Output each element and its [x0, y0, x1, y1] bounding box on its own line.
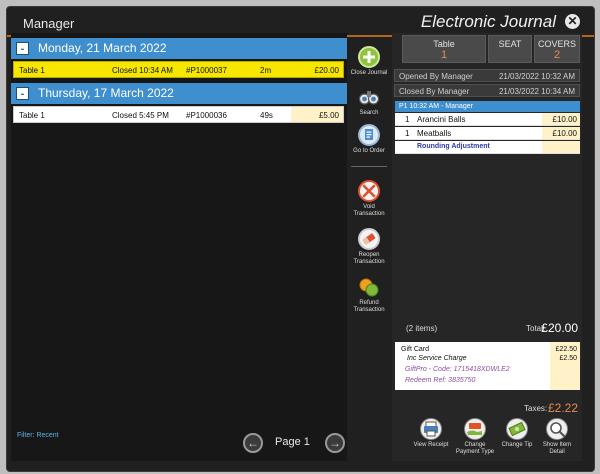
day-label: Thursday, 17 March 2022 [38, 86, 174, 100]
transaction-list-panel: - Monday, 21 March 2022 Table 1 Closed 1… [11, 33, 347, 461]
covers-cell: COVERS 2 [534, 35, 580, 63]
tender-method: Gift Card [401, 346, 430, 353]
service-charge-label: Inc Service Charge [407, 355, 467, 362]
txn-duration: 2m [260, 66, 272, 75]
transaction-row[interactable]: Table 1 Closed 5:45 PM #P1000036 49s £5.… [13, 106, 344, 123]
x-circle-icon [358, 180, 380, 202]
action-bar: View Receipt Change Payment Type Change … [392, 418, 582, 458]
txn-table: Table 1 [19, 66, 45, 75]
seat-cell: SEAT [488, 35, 532, 63]
view-receipt-button[interactable]: View Receipt [409, 418, 453, 449]
transaction-row[interactable]: Table 1 Closed 10:34 AM #P1000037 2m £20… [13, 61, 344, 78]
filter-label[interactable]: Filter: Recent [17, 432, 59, 439]
page-label: Page 1 [275, 436, 310, 448]
change-tip-button[interactable]: Change Tip [495, 418, 539, 449]
prev-page-icon[interactable]: ← [243, 433, 263, 453]
journal-toolbar: Close Journal Search Go to Order Void Tr… [349, 38, 389, 461]
list-item[interactable]: 1 Arancini Balls £10.00 [395, 113, 580, 126]
tender-box[interactable]: Gift Card £22.50 Inc Service Charge £2.5… [395, 342, 580, 390]
list-item[interactable]: 1 Meatballs £10.00 [395, 127, 580, 140]
txn-status: Closed 5:45 PM [112, 111, 169, 120]
txn-status: Closed 10:34 AM [112, 66, 173, 75]
rounding-adjustment-row[interactable]: Rounding Adjustment [395, 141, 580, 154]
day-header-thursday[interactable]: - Thursday, 17 March 2022 [11, 83, 347, 104]
total-value: £20.00 [541, 321, 578, 335]
user-title: Manager [23, 16, 75, 31]
magnifier-icon [546, 418, 568, 440]
redeem-ref-line: Redeem Ref: 3835750 [405, 377, 476, 384]
next-page-icon[interactable]: → [325, 433, 345, 453]
order-items: P1 10:32 AM - Manager 1 Arancini Balls £… [395, 101, 580, 321]
gift-code-line: GiftPro - Code: 1715418XDWLE2 [405, 366, 510, 373]
taxes-row: Taxes: £2.22 [394, 400, 580, 415]
printer-icon [420, 418, 442, 440]
window-title: Electronic Journal [420, 12, 556, 31]
change-payment-type-button[interactable]: Change Payment Type [453, 418, 497, 456]
service-charge-amount: £2.50 [559, 355, 577, 362]
reopen-transaction-button[interactable]: Reopen Transaction [349, 228, 389, 266]
transaction-detail-panel: Table 1 SEAT COVERS 2 Opened By Manager … [392, 33, 582, 461]
refund-transaction-button[interactable]: Refund Transaction [349, 276, 389, 314]
show-item-detail-button[interactable]: Show Item Detail [535, 418, 579, 456]
void-transaction-button[interactable]: Void Transaction [349, 180, 389, 218]
coins-icon [358, 276, 380, 298]
collapse-toggle-icon[interactable]: - [16, 87, 29, 100]
opened-by-row: Opened By Manager 21/03/2022 10:32 AM [394, 69, 580, 82]
txn-amount: £5.00 [318, 111, 339, 120]
document-icon [358, 124, 380, 146]
close-icon[interactable]: ✕ [565, 14, 580, 29]
order-header: P1 10:32 AM - Manager [395, 101, 580, 112]
table-cell: Table 1 [402, 35, 486, 63]
txn-ref: #P1000037 [186, 66, 227, 75]
total-row: (2 items) Total: £20.00 [394, 320, 580, 336]
go-to-order-button[interactable]: Go to Order [349, 124, 389, 155]
eraser-icon [358, 228, 380, 250]
taxes-label: Taxes: [524, 404, 548, 413]
txn-ref: #P1000036 [186, 111, 227, 120]
txn-duration: 49s [260, 111, 273, 120]
items-count: (2 items) [406, 324, 438, 333]
closed-by-row: Closed By Manager 21/03/2022 10:34 AM [394, 84, 580, 97]
toolbar-divider [351, 166, 387, 167]
close-journal-button[interactable]: Close Journal [349, 46, 389, 77]
plus-circle-icon [358, 46, 380, 68]
tender-amount: £22.50 [555, 346, 577, 353]
payment-hand-icon [464, 418, 486, 440]
collapse-toggle-icon[interactable]: - [16, 42, 29, 55]
search-button[interactable]: Search [349, 86, 389, 117]
txn-amount: £20.00 [314, 66, 339, 75]
day-label: Monday, 21 March 2022 [38, 41, 167, 55]
taxes-value: £2.22 [547, 401, 578, 415]
txn-table: Table 1 [19, 111, 45, 120]
day-header-monday[interactable]: - Monday, 21 March 2022 [11, 38, 347, 59]
binoculars-icon [358, 86, 380, 108]
cash-icon [506, 418, 528, 440]
